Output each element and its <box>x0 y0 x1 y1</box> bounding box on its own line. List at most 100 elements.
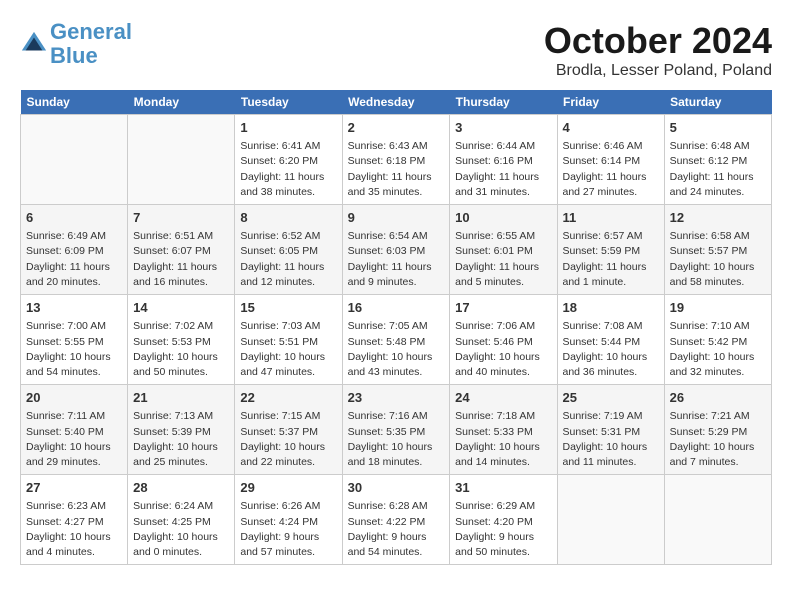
day-number: 9 <box>348 209 445 227</box>
calendar-cell: 19 Sunrise: 7:10 AMSunset: 5:42 PMDayligh… <box>664 295 771 385</box>
calendar-week: 20Sunrise: 7:11 AMSunset: 5:40 PMDayligh… <box>21 385 772 475</box>
day-number: 25 <box>563 389 659 407</box>
day-info: Sunrise: 7:15 AMSunset: 5:37 PMDaylight:… <box>240 409 336 470</box>
calendar-cell: 6 Sunrise: 6:49 AMSunset: 6:09 PMDaylight… <box>21 205 128 295</box>
day-info: Sunrise: 7:10 AMSunset: 5:42 PMDaylight:… <box>670 319 766 380</box>
calendar-week: 27 Sunrise: 6:23 AMSunset: 4:27 PMDayligh… <box>21 475 772 565</box>
calendar-cell: 27 Sunrise: 6:23 AMSunset: 4:27 PMDayligh… <box>21 475 128 565</box>
calendar-cell: 17 Sunrise: 7:06 AMSunset: 5:46 PMDayligh… <box>450 295 557 385</box>
calendar-cell: 22 Sunrise: 7:15 AMSunset: 5:37 PMDayligh… <box>235 385 342 475</box>
day-info: Sunrise: 6:43 AMSunset: 6:18 PMDaylight:… <box>348 139 445 200</box>
day-number: 29 <box>240 479 336 497</box>
day-info: Sunrise: 7:08 AMSunset: 5:44 PMDaylight:… <box>563 319 659 380</box>
calendar-cell: 1Sunrise: 6:41 AMSunset: 6:20 PMDaylight… <box>235 115 342 205</box>
day-number: 3 <box>455 119 551 137</box>
day-number: 7 <box>133 209 229 227</box>
weekday-header: Wednesday <box>342 90 450 115</box>
day-number: 5 <box>670 119 766 137</box>
day-number: 22 <box>240 389 336 407</box>
day-number: 6 <box>26 209 122 227</box>
day-number: 13 <box>26 299 122 317</box>
weekday-header: Monday <box>128 90 235 115</box>
calendar-cell: 16Sunrise: 7:05 AMSunset: 5:48 PMDayligh… <box>342 295 450 385</box>
day-info: Sunrise: 6:24 AMSunset: 4:25 PMDaylight:… <box>133 499 229 560</box>
calendar-cell: 4 Sunrise: 6:46 AMSunset: 6:14 PMDaylight… <box>557 115 664 205</box>
weekday-header: Tuesday <box>235 90 342 115</box>
day-info: Sunrise: 7:21 AMSunset: 5:29 PMDaylight:… <box>670 409 766 470</box>
logo-text: General Blue <box>50 20 132 68</box>
weekday-header: Friday <box>557 90 664 115</box>
day-number: 2 <box>348 119 445 137</box>
month-title: October 2024 <box>544 20 772 62</box>
calendar-cell <box>557 475 664 565</box>
calendar-cell: 23 Sunrise: 7:16 AMSunset: 5:35 PMDayligh… <box>342 385 450 475</box>
page-header: General Blue October 2024 Brodla, Lesser… <box>20 20 772 80</box>
day-info: Sunrise: 6:26 AMSunset: 4:24 PMDaylight:… <box>240 499 336 560</box>
day-number: 19 <box>670 299 766 317</box>
weekday-header: Saturday <box>664 90 771 115</box>
day-number: 4 <box>563 119 659 137</box>
calendar-cell: 10 Sunrise: 6:55 AMSunset: 6:01 PMDayligh… <box>450 205 557 295</box>
day-info: Sunrise: 7:00 AMSunset: 5:55 PMDaylight:… <box>26 319 122 380</box>
day-info: Sunrise: 7:03 AMSunset: 5:51 PMDaylight:… <box>240 319 336 380</box>
weekday-header: Sunday <box>21 90 128 115</box>
day-number: 15 <box>240 299 336 317</box>
calendar-cell: 21Sunrise: 7:13 AMSunset: 5:39 PMDayligh… <box>128 385 235 475</box>
day-number: 17 <box>455 299 551 317</box>
day-info: Sunrise: 7:02 AMSunset: 5:53 PMDaylight:… <box>133 319 229 380</box>
calendar-cell: 26 Sunrise: 7:21 AMSunset: 5:29 PMDayligh… <box>664 385 771 475</box>
day-number: 23 <box>348 389 445 407</box>
calendar-cell: 5Sunrise: 6:48 AMSunset: 6:12 PMDaylight… <box>664 115 771 205</box>
calendar-cell: 20Sunrise: 7:11 AMSunset: 5:40 PMDayligh… <box>21 385 128 475</box>
day-info: Sunrise: 6:23 AMSunset: 4:27 PMDaylight:… <box>26 499 122 560</box>
calendar-cell: 30 Sunrise: 6:28 AMSunset: 4:22 PMDayligh… <box>342 475 450 565</box>
day-info: Sunrise: 6:28 AMSunset: 4:22 PMDaylight:… <box>348 499 445 560</box>
title-section: October 2024 Brodla, Lesser Poland, Pola… <box>544 20 772 80</box>
logo-icon <box>20 30 48 58</box>
calendar-cell: 9 Sunrise: 6:54 AMSunset: 6:03 PMDaylight… <box>342 205 450 295</box>
day-number: 12 <box>670 209 766 227</box>
calendar-cell: 18Sunrise: 7:08 AMSunset: 5:44 PMDayligh… <box>557 295 664 385</box>
calendar-week: 6 Sunrise: 6:49 AMSunset: 6:09 PMDaylight… <box>21 205 772 295</box>
day-number: 1 <box>240 119 336 137</box>
calendar-cell: 11 Sunrise: 6:57 AMSunset: 5:59 PMDayligh… <box>557 205 664 295</box>
calendar-cell <box>664 475 771 565</box>
location: Brodla, Lesser Poland, Poland <box>544 62 772 80</box>
calendar-cell <box>21 115 128 205</box>
calendar-cell: 14Sunrise: 7:02 AMSunset: 5:53 PMDayligh… <box>128 295 235 385</box>
day-info: Sunrise: 7:19 AMSunset: 5:31 PMDaylight:… <box>563 409 659 470</box>
calendar-table: SundayMondayTuesdayWednesdayThursdayFrid… <box>20 90 772 565</box>
day-number: 24 <box>455 389 551 407</box>
calendar-cell: 7 Sunrise: 6:51 AMSunset: 6:07 PMDaylight… <box>128 205 235 295</box>
day-number: 26 <box>670 389 766 407</box>
day-number: 31 <box>455 479 551 497</box>
day-number: 28 <box>133 479 229 497</box>
day-info: Sunrise: 6:52 AMSunset: 6:05 PMDaylight:… <box>240 229 336 290</box>
day-number: 21 <box>133 389 229 407</box>
calendar-cell: 31Sunrise: 6:29 AMSunset: 4:20 PMDayligh… <box>450 475 557 565</box>
day-info: Sunrise: 7:16 AMSunset: 5:35 PMDaylight:… <box>348 409 445 470</box>
calendar-cell: 3Sunrise: 6:44 AMSunset: 6:16 PMDaylight… <box>450 115 557 205</box>
header-row: SundayMondayTuesdayWednesdayThursdayFrid… <box>21 90 772 115</box>
calendar-cell: 13 Sunrise: 7:00 AMSunset: 5:55 PMDayligh… <box>21 295 128 385</box>
day-info: Sunrise: 6:46 AMSunset: 6:14 PMDaylight:… <box>563 139 659 200</box>
day-number: 10 <box>455 209 551 227</box>
calendar-cell: 15 Sunrise: 7:03 AMSunset: 5:51 PMDayligh… <box>235 295 342 385</box>
day-info: Sunrise: 7:06 AMSunset: 5:46 PMDaylight:… <box>455 319 551 380</box>
day-info: Sunrise: 7:18 AMSunset: 5:33 PMDaylight:… <box>455 409 551 470</box>
calendar-week: 13 Sunrise: 7:00 AMSunset: 5:55 PMDayligh… <box>21 295 772 385</box>
day-number: 20 <box>26 389 122 407</box>
day-number: 11 <box>563 209 659 227</box>
day-info: Sunrise: 6:54 AMSunset: 6:03 PMDaylight:… <box>348 229 445 290</box>
day-info: Sunrise: 6:51 AMSunset: 6:07 PMDaylight:… <box>133 229 229 290</box>
day-info: Sunrise: 6:49 AMSunset: 6:09 PMDaylight:… <box>26 229 122 290</box>
day-info: Sunrise: 6:58 AMSunset: 5:57 PMDaylight:… <box>670 229 766 290</box>
calendar-week: 1Sunrise: 6:41 AMSunset: 6:20 PMDaylight… <box>21 115 772 205</box>
day-number: 30 <box>348 479 445 497</box>
day-number: 27 <box>26 479 122 497</box>
day-info: Sunrise: 6:55 AMSunset: 6:01 PMDaylight:… <box>455 229 551 290</box>
day-info: Sunrise: 7:05 AMSunset: 5:48 PMDaylight:… <box>348 319 445 380</box>
calendar-cell <box>128 115 235 205</box>
weekday-header: Thursday <box>450 90 557 115</box>
day-info: Sunrise: 6:57 AMSunset: 5:59 PMDaylight:… <box>563 229 659 290</box>
